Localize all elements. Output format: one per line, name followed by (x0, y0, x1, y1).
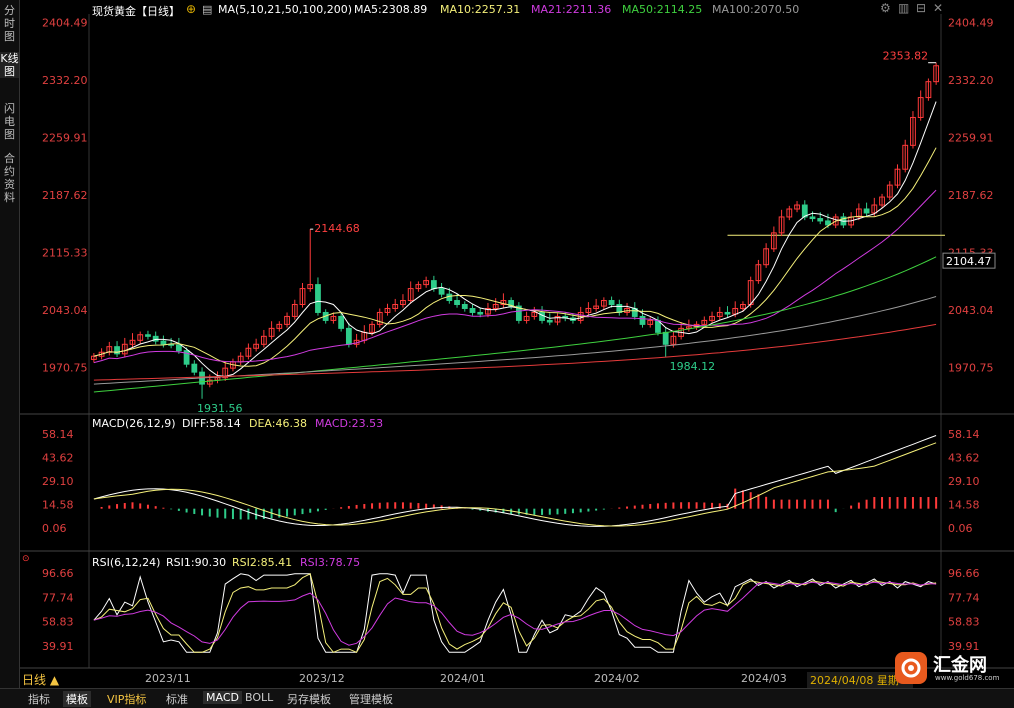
rsi-axis-label-left: 77.74 (42, 591, 74, 604)
price-annotation-low: 1984.12 (670, 360, 716, 373)
candle-body (817, 218, 824, 222)
price-axis-label-left: 2332.20 (42, 74, 88, 87)
sidebar-tab-label: 分时图 (4, 4, 15, 43)
macd-axis-label-left: 0.06 (42, 522, 67, 535)
price-axis-label: 1970.75 (948, 362, 994, 375)
x-label: 2023/12 (299, 672, 345, 685)
candle-body (430, 280, 437, 290)
price-axis-label-left: 1970.75 (42, 362, 88, 375)
price-axis-label: 2187.62 (948, 189, 994, 202)
rsi-axis-label: 58.83 (948, 616, 980, 629)
candle-body (546, 319, 553, 323)
tab-standard[interactable]: 标准 (166, 691, 188, 707)
candle-body (145, 334, 151, 337)
x-label: 2024/02 (594, 672, 640, 685)
logo-icon (895, 652, 927, 684)
candle-body (616, 304, 623, 313)
macd-axis-label: 43.62 (948, 452, 980, 465)
candle-body (863, 208, 870, 214)
sidebar-tab-flash[interactable]: 闪电图 (0, 102, 19, 141)
price-axis-label-left: 2043.04 (42, 304, 88, 317)
price-axis-label: 2043.04 (948, 304, 994, 317)
macd-axis-label: 0.06 (948, 522, 973, 535)
tab-manage-template[interactable]: 管理模板 (349, 691, 393, 707)
footer-toolbar: 指标 模板 VIP指标 标准 MACD BOLL 另存模板 管理模板 (0, 688, 1014, 708)
candle-body (315, 284, 321, 313)
price-annotation-high: 2144.68 (314, 222, 360, 235)
tab-save-template[interactable]: 另存模板 (287, 691, 331, 707)
candle-body (662, 331, 669, 345)
current-price-label: 2104.47 (946, 255, 992, 268)
candle-body (477, 311, 484, 315)
tab-indicator[interactable]: 指标 (28, 691, 50, 707)
macd-axis-label-left: 58.14 (42, 428, 74, 441)
candle-body (461, 304, 468, 309)
tab-macd[interactable]: MACD (203, 691, 242, 704)
tab-template[interactable]: 模板 (63, 691, 91, 707)
macd-axis-label: 29.10 (948, 475, 980, 488)
tab-vip-indicator[interactable]: VIP指标 (107, 691, 146, 707)
macd-axis-label-left: 29.10 (42, 475, 74, 488)
macd-dea-line (93, 442, 937, 527)
ma5-line (93, 101, 937, 377)
candle-body (724, 311, 731, 315)
rsi-axis-label: 96.66 (948, 567, 980, 580)
price-annotation-high: 2353.82 (883, 50, 929, 63)
x-label: 2024/03 (741, 672, 787, 685)
macd-axis-label: 58.14 (948, 428, 980, 441)
candle-body (608, 300, 615, 306)
ma100-line (93, 296, 937, 385)
price-axis-label: 2332.20 (948, 74, 994, 87)
rsi-axis-label: 77.74 (948, 591, 980, 604)
candle-body (175, 344, 182, 352)
kline-chart[interactable]: 2404.49 2404.49 2332.20 2332.20 2259.91 2259.… (20, 0, 1014, 688)
sidebar-tab-label: K线图 (0, 52, 19, 78)
brand-logo: 汇金网 www.gold678.com (893, 648, 1014, 688)
macd-axis-label-left: 43.62 (42, 452, 74, 465)
rsi1-line (93, 573, 937, 653)
sidebar-tab-label: 闪电图 (4, 102, 15, 141)
sidebar-tab-contract[interactable]: 合约资料 (0, 152, 19, 204)
sidebar-tab-label: 合约资料 (4, 152, 15, 204)
ma200-line (93, 323, 937, 381)
candle-body (454, 300, 460, 306)
price-axis-label-left: 2115.33 (42, 247, 88, 260)
price-axis-label-left: 2404.49 (42, 16, 88, 29)
price-axis-label: 2404.49 (948, 16, 994, 29)
tab-boll[interactable]: BOLL (245, 691, 273, 704)
candle-body (639, 315, 646, 325)
candle-body (438, 288, 445, 295)
candle-body (809, 216, 816, 220)
sidebar-tab-timeshare[interactable]: 分时图 (0, 4, 19, 43)
macd-axis-label-left: 14.58 (42, 499, 74, 512)
macd-diff-line (93, 435, 937, 527)
rsi-axis-label-left: 39.91 (42, 640, 74, 653)
price-axis-label-left: 2259.91 (42, 131, 88, 144)
x-label: 2024/01 (440, 672, 486, 685)
logo-url: www.gold678.com (935, 674, 1000, 682)
sidebar-tab-kline[interactable]: K线图 (0, 52, 19, 78)
ma21-line (93, 189, 937, 364)
left-sidebar: 分时图 K线图 闪电图 合约资料 (0, 0, 20, 688)
candle-body (539, 311, 545, 321)
x-label: 2023/11 (145, 672, 191, 685)
candle-body (338, 315, 345, 329)
macd-axis-label: 14.58 (948, 499, 980, 512)
price-axis-label: 2259.91 (948, 131, 994, 144)
candle-body (469, 307, 476, 313)
period-selector[interactable]: 日线 ▲ (22, 671, 59, 688)
ma10-line (93, 147, 937, 367)
price-annotation-low: 1931.56 (197, 402, 243, 415)
candle-body (191, 363, 198, 373)
rsi-axis-label-left: 96.66 (42, 567, 74, 580)
price-axis-label-left: 2187.62 (42, 189, 88, 202)
candle-body (345, 327, 352, 345)
rsi-axis-label-left: 58.83 (42, 616, 74, 629)
candle-body (160, 340, 167, 345)
ma50-line (93, 256, 937, 393)
